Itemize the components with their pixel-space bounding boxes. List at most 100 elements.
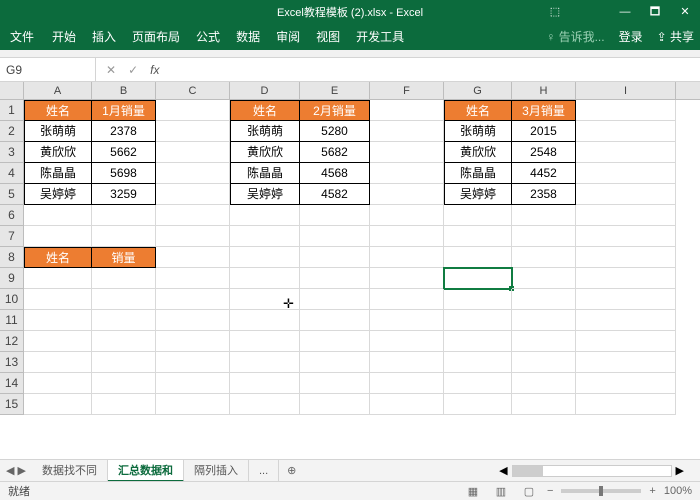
ribbon-options-icon[interactable]: ⬚	[540, 0, 570, 24]
cell-A15[interactable]	[24, 394, 92, 415]
ribbon-tab-review[interactable]: 审阅	[268, 24, 308, 50]
ribbon-tab-view[interactable]: 视图	[308, 24, 348, 50]
cell-G14[interactable]	[444, 373, 512, 394]
cell-D4[interactable]: 陈晶晶	[230, 163, 300, 184]
view-break-icon[interactable]: ▢	[519, 485, 539, 498]
sheet-tab-2[interactable]: 隔列插入	[184, 460, 249, 482]
cancel-formula-icon[interactable]: ✕	[106, 63, 116, 77]
cell-C10[interactable]	[156, 289, 230, 310]
cell-C1[interactable]	[156, 100, 230, 121]
cell-A4[interactable]: 陈晶晶	[24, 163, 92, 184]
cell-F7[interactable]	[370, 226, 444, 247]
sheet-tab-1[interactable]: 汇总数据和	[108, 460, 184, 482]
sheet-tab-3[interactable]: ...	[249, 460, 279, 482]
cell-F6[interactable]	[370, 205, 444, 226]
cell-F3[interactable]	[370, 142, 444, 163]
cell-H9[interactable]	[512, 268, 576, 289]
col-head-E[interactable]: E	[300, 82, 370, 99]
cell-D2[interactable]: 张萌萌	[230, 121, 300, 142]
cell-E9[interactable]	[300, 268, 370, 289]
cell-A6[interactable]	[24, 205, 92, 226]
cell-C3[interactable]	[156, 142, 230, 163]
cell-B15[interactable]	[92, 394, 156, 415]
cell-I13[interactable]	[576, 352, 676, 373]
cell-E5[interactable]: 4582	[300, 184, 370, 205]
cell-H2[interactable]: 2015	[512, 121, 576, 142]
cell-E3[interactable]: 5682	[300, 142, 370, 163]
cell-G12[interactable]	[444, 331, 512, 352]
tell-me-input[interactable]: ♀ 告诉我...	[540, 24, 610, 50]
cell-D15[interactable]	[230, 394, 300, 415]
cell-I14[interactable]	[576, 373, 676, 394]
cell-B6[interactable]	[92, 205, 156, 226]
cell-H7[interactable]	[512, 226, 576, 247]
cell-E7[interactable]	[300, 226, 370, 247]
ribbon-tab-layout[interactable]: 页面布局	[124, 24, 188, 50]
cell-F5[interactable]	[370, 184, 444, 205]
cell-C13[interactable]	[156, 352, 230, 373]
view-normal-icon[interactable]: ▦	[463, 485, 483, 498]
fx-icon[interactable]: fx	[150, 63, 159, 77]
cell-I5[interactable]	[576, 184, 676, 205]
scroll-right-icon[interactable]: ▶	[676, 464, 684, 477]
cell-D9[interactable]	[230, 268, 300, 289]
cell-A9[interactable]	[24, 268, 92, 289]
cell-C2[interactable]	[156, 121, 230, 142]
cell-F2[interactable]	[370, 121, 444, 142]
row-head-5[interactable]: 5	[0, 184, 24, 205]
cell-C12[interactable]	[156, 331, 230, 352]
cell-H3[interactable]: 2548	[512, 142, 576, 163]
cell-G15[interactable]	[444, 394, 512, 415]
cell-D5[interactable]: 吴婷婷	[230, 184, 300, 205]
scroll-left-icon[interactable]: ◀	[499, 464, 507, 477]
row-head-8[interactable]: 8	[0, 247, 24, 268]
row-head-6[interactable]: 6	[0, 205, 24, 226]
cell-H4[interactable]: 4452	[512, 163, 576, 184]
cell-E6[interactable]	[300, 205, 370, 226]
cell-C7[interactable]	[156, 226, 230, 247]
row-head-15[interactable]: 15	[0, 394, 24, 415]
cell-D6[interactable]	[230, 205, 300, 226]
zoom-out-icon[interactable]: −	[547, 485, 553, 497]
cell-E2[interactable]: 5280	[300, 121, 370, 142]
cell-E11[interactable]	[300, 310, 370, 331]
row-head-2[interactable]: 2	[0, 121, 24, 142]
zoom-slider[interactable]	[561, 489, 641, 493]
cell-B2[interactable]: 2378	[92, 121, 156, 142]
cell-F9[interactable]	[370, 268, 444, 289]
cell-H13[interactable]	[512, 352, 576, 373]
cell-E15[interactable]	[300, 394, 370, 415]
cell-E1[interactable]: 2月销量	[300, 100, 370, 121]
col-head-F[interactable]: F	[370, 82, 444, 99]
cell-B9[interactable]	[92, 268, 156, 289]
cell-C4[interactable]	[156, 163, 230, 184]
ribbon-tab-insert[interactable]: 插入	[84, 24, 124, 50]
cell-I8[interactable]	[576, 247, 676, 268]
cell-F11[interactable]	[370, 310, 444, 331]
cell-F8[interactable]	[370, 247, 444, 268]
col-head-C[interactable]: C	[156, 82, 230, 99]
cell-E13[interactable]	[300, 352, 370, 373]
cell-C6[interactable]	[156, 205, 230, 226]
cell-D3[interactable]: 黄欣欣	[230, 142, 300, 163]
cell-A8[interactable]: 姓名	[24, 247, 92, 268]
cell-F10[interactable]	[370, 289, 444, 310]
cell-A2[interactable]: 张萌萌	[24, 121, 92, 142]
spreadsheet-grid[interactable]: ABCDEFGHI 1姓名1月销量姓名2月销量姓名3月销量2张萌萌2378张萌萌…	[0, 82, 700, 415]
cell-I9[interactable]	[576, 268, 676, 289]
cell-G1[interactable]: 姓名	[444, 100, 512, 121]
add-sheet-icon[interactable]: ⊕	[279, 464, 304, 477]
cell-F15[interactable]	[370, 394, 444, 415]
col-head-I[interactable]: I	[576, 82, 676, 99]
cell-B13[interactable]	[92, 352, 156, 373]
row-head-3[interactable]: 3	[0, 142, 24, 163]
cell-G13[interactable]	[444, 352, 512, 373]
col-head-B[interactable]: B	[92, 82, 156, 99]
login-button[interactable]: 登录	[611, 24, 651, 50]
row-head-9[interactable]: 9	[0, 268, 24, 289]
cell-G7[interactable]	[444, 226, 512, 247]
cell-I7[interactable]	[576, 226, 676, 247]
hscrollbar[interactable]	[512, 465, 672, 477]
cell-G11[interactable]	[444, 310, 512, 331]
cell-C14[interactable]	[156, 373, 230, 394]
